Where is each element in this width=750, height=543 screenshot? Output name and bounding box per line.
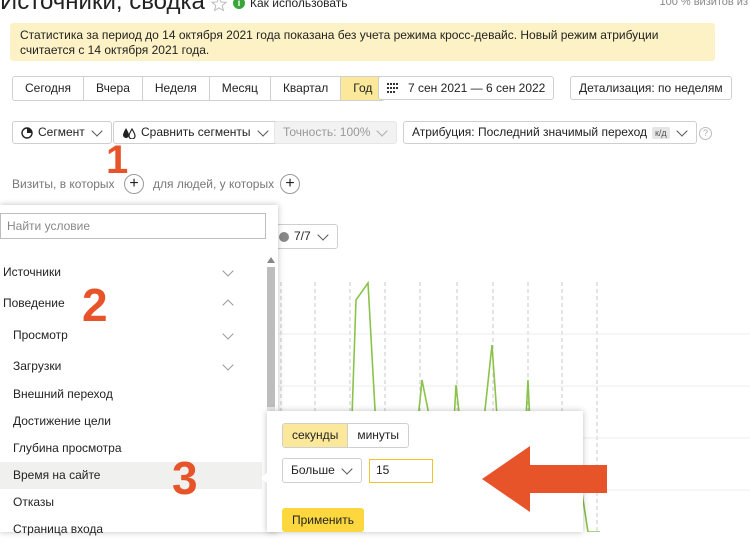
segment-label: Сегмент: [38, 125, 85, 139]
menu-item-downloads[interactable]: Загрузки: [0, 353, 262, 380]
comparator-label: Больше: [291, 463, 335, 477]
accuracy-label: Точность: 100%: [283, 125, 371, 139]
attribution-label: Атрибуция: Последний значимый переход: [412, 125, 647, 139]
unit-seconds-button[interactable]: секунды: [283, 424, 349, 447]
annotation-arrow-icon: [482, 446, 607, 512]
notice-banner: Статистика за период до 14 октября 2021 …: [10, 23, 715, 61]
chevron-up-icon: [222, 299, 234, 311]
menu-item-behavior[interactable]: Поведение: [0, 290, 262, 317]
accuracy-dropdown[interactable]: Точность: 100%: [274, 121, 398, 144]
segment-button[interactable]: Сегмент: [12, 121, 112, 144]
notice-line-1: Статистика за период до 14 октября 2021 …: [20, 28, 659, 42]
chevron-down-icon: [376, 124, 389, 137]
period-selector: Сегодня Вчера Неделя Месяц Квартал Год: [12, 76, 386, 101]
menu-item-label: Глубина просмотра: [13, 441, 122, 455]
chevron-down-icon: [341, 462, 353, 475]
menu-item-label: Страница входа: [13, 522, 104, 536]
series-dot-icon: [279, 231, 289, 242]
series-toggle[interactable]: 7/7: [270, 224, 338, 249]
compare-segments-button[interactable]: Сравнить сегменты: [113, 121, 278, 144]
chevron-down-icon: [91, 124, 103, 137]
time-value-input[interactable]: 15: [369, 459, 433, 483]
menu-item-bounces[interactable]: Отказы: [0, 489, 262, 516]
date-range-label: 7 сен 2021 — 6 сен 2022: [408, 80, 546, 95]
drops-icon: [123, 127, 136, 139]
page-title: Источники, сводка: [0, 0, 205, 15]
menu-item-sources[interactable]: Источники: [0, 259, 262, 286]
time-unit-toggle: секунды минуты: [282, 423, 410, 448]
cross-device-badge: к/д: [651, 126, 670, 139]
compare-segments-label: Сравнить сегменты: [141, 125, 251, 139]
chevron-down-icon: [676, 124, 688, 137]
menu-item-label: Загрузки: [13, 359, 62, 373]
annotation-3: 3: [172, 452, 198, 504]
visits-share-label: 100 % визитов из: [659, 0, 748, 8]
how-to-label: Как использовать: [250, 0, 348, 10]
menu-item-external-link[interactable]: Внешний переход: [0, 381, 262, 408]
condition-search-input[interactable]: Найти условие: [0, 213, 266, 239]
pie-icon: [21, 126, 33, 139]
period-week[interactable]: Неделя: [143, 77, 210, 100]
period-yesterday[interactable]: Вчера: [84, 77, 143, 100]
menu-item-time-on-site[interactable]: Время на сайте: [0, 462, 262, 489]
annotation-1: 1: [106, 138, 129, 182]
menu-item-page-depth[interactable]: Глубина просмотра: [0, 435, 262, 462]
visits-filter-label: Визиты, в которых: [12, 177, 115, 191]
chevron-down-icon: [222, 327, 234, 340]
period-month[interactable]: Месяц: [210, 77, 271, 100]
period-today[interactable]: Сегодня: [13, 77, 84, 100]
info-icon: i: [233, 0, 245, 9]
comparator-dropdown[interactable]: Больше: [282, 458, 362, 483]
series-count: 7/7: [294, 229, 311, 243]
menu-item-pageview[interactable]: Просмотр: [0, 322, 262, 349]
menu-item-goal-reached[interactable]: Достижение цели: [0, 408, 262, 435]
date-range-button[interactable]: 7 сен 2021 — 6 сен 2022: [378, 76, 555, 100]
menu-item-label: Просмотр: [13, 328, 68, 342]
chevron-down-icon: [222, 264, 234, 277]
annotation-2: 2: [82, 279, 108, 331]
detail-dropdown[interactable]: Детализация: по неделям: [570, 76, 732, 100]
popup-pointer: [261, 470, 270, 486]
chevron-down-icon: [317, 228, 329, 241]
menu-item-label: Достижение цели: [13, 414, 111, 428]
chevron-down-icon: [222, 358, 234, 371]
people-filter-label: для людей, у которых: [153, 177, 275, 191]
scroll-thumb[interactable]: [267, 267, 275, 407]
chevron-down-icon: [256, 124, 269, 137]
detail-label: Детализация: по неделям: [579, 80, 723, 95]
attribution-dropdown[interactable]: Атрибуция: Последний значимый переход к/…: [403, 121, 697, 144]
menu-item-label: Поведение: [3, 296, 65, 310]
period-quarter[interactable]: Квартал: [271, 77, 342, 100]
calendar-icon: [387, 83, 398, 93]
menu-item-label: Источники: [3, 265, 61, 279]
menu-item-label: Время на сайте: [13, 468, 101, 482]
how-to-link[interactable]: i Как использовать: [233, 0, 348, 10]
apply-button[interactable]: Применить: [282, 508, 364, 532]
help-icon[interactable]: ?: [699, 127, 712, 140]
menu-item-label: Внешний переход: [13, 387, 113, 401]
notice-line-2: считается с 14 октября 2021 года.: [20, 43, 210, 57]
menu-item-label: Отказы: [13, 495, 55, 509]
star-icon[interactable]: [211, 0, 227, 12]
add-people-condition-button[interactable]: +: [280, 174, 300, 194]
menu-item-landing-page[interactable]: Страница входа: [0, 516, 262, 543]
scroll-up-icon[interactable]: [267, 257, 275, 263]
unit-minutes-button[interactable]: минуты: [348, 424, 408, 447]
